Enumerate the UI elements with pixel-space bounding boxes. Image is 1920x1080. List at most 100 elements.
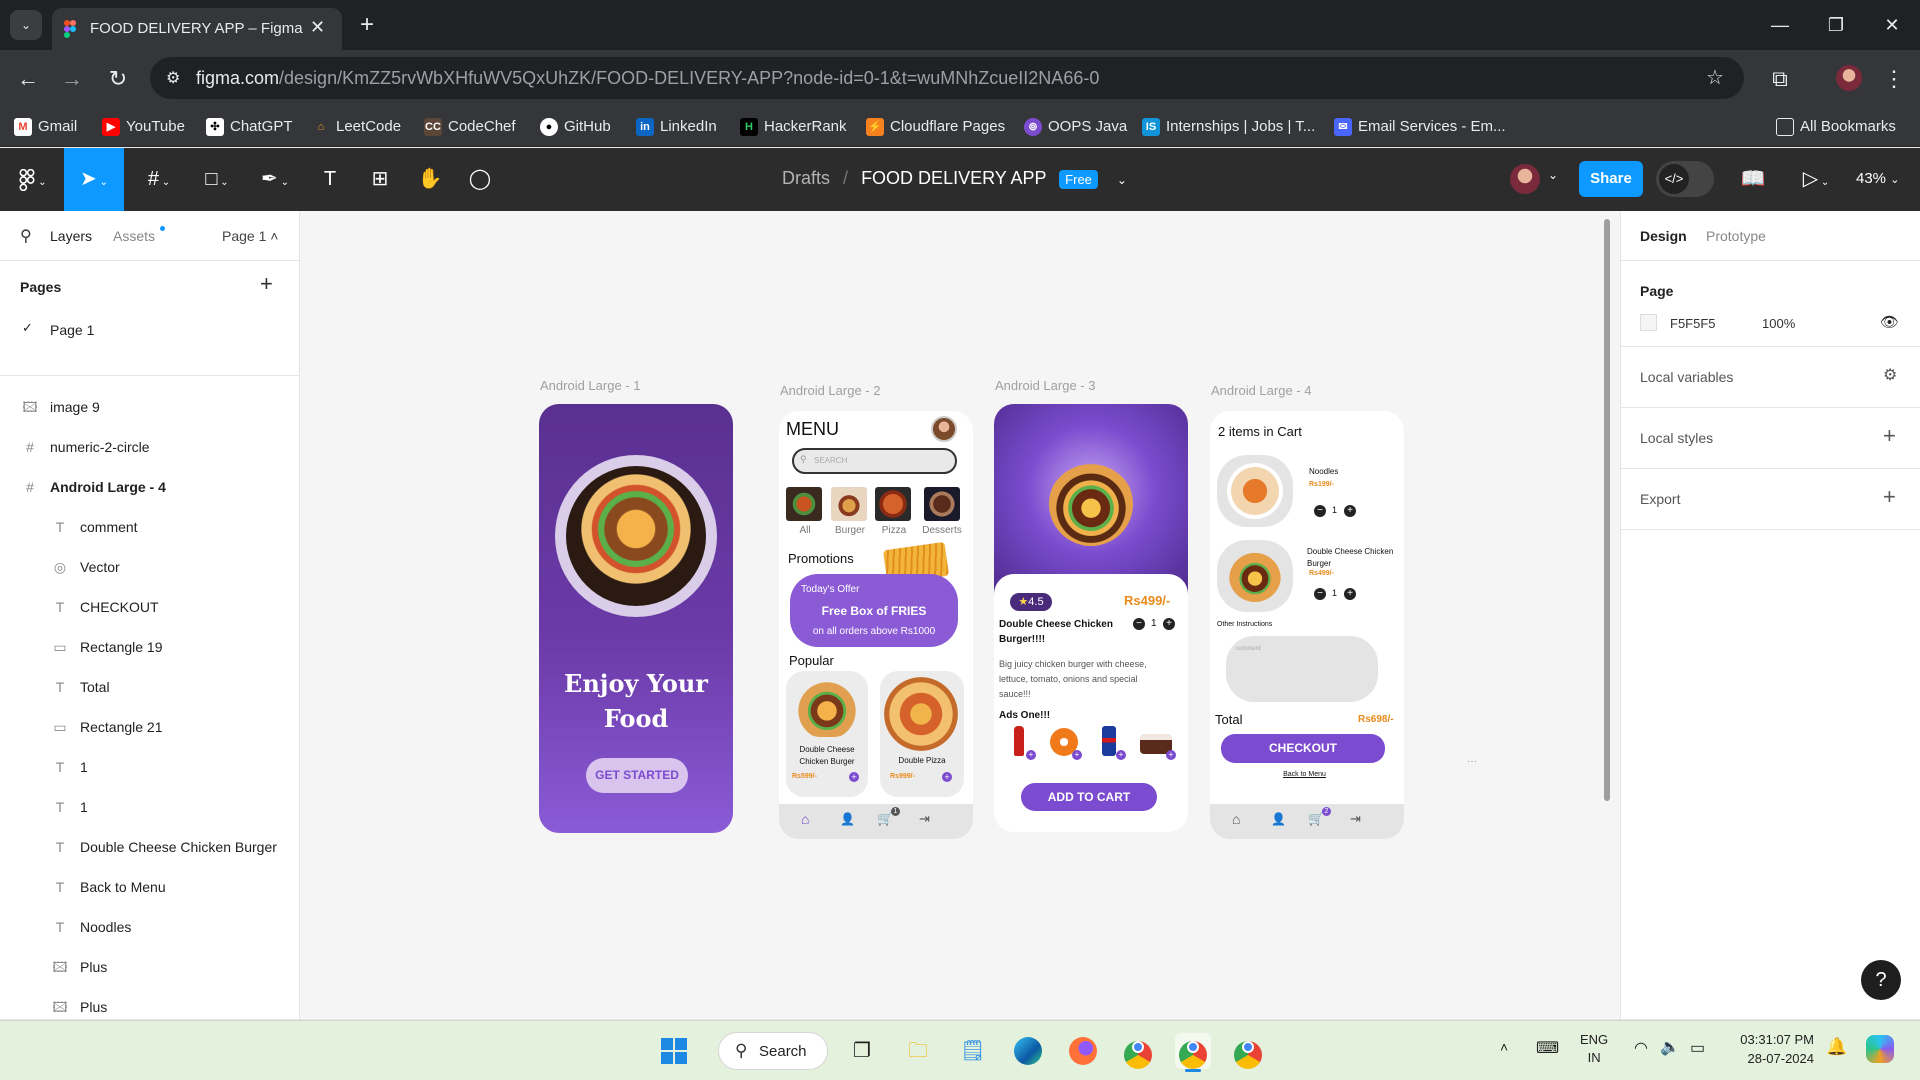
collaborator-avatar[interactable] xyxy=(1510,164,1540,194)
layer-row[interactable]: T1 xyxy=(0,747,299,787)
category-desserts[interactable]: Desserts xyxy=(921,487,963,536)
dev-mode-toggle[interactable]: </> xyxy=(1656,161,1714,197)
layer-row[interactable]: T CHECKOUT xyxy=(0,587,299,627)
qty-plus-icon[interactable]: + xyxy=(1344,588,1356,600)
library-icon[interactable]: 📖 xyxy=(1738,148,1768,211)
minimize-button[interactable]: — xyxy=(1752,0,1808,50)
search-icon[interactable]: ⚲ xyxy=(20,226,32,246)
comment-tool-button[interactable]: ◯ xyxy=(462,148,498,211)
address-bar[interactable]: ⚙ figma.com/design/KmZZ5rvWbXHfuWV5QxUhZ… xyxy=(150,57,1744,99)
show-hidden-icons-chevron[interactable]: ˄ xyxy=(1500,1039,1508,1055)
addon-ketchup[interactable]: + xyxy=(1004,726,1036,760)
qty-minus-icon[interactable]: − xyxy=(1314,505,1326,517)
addon-snack[interactable]: + xyxy=(1048,726,1082,760)
browser-tab[interactable]: FOOD DELIVERY APP – Figma ✕ xyxy=(52,8,342,50)
help-button[interactable]: ? xyxy=(1861,960,1901,1000)
layer-row[interactable]: T Total xyxy=(0,667,299,707)
page-color-swatch[interactable] xyxy=(1640,314,1657,331)
category-burger[interactable]: Burger xyxy=(831,487,869,536)
language-indicator[interactable]: ENG IN xyxy=(1580,1031,1608,1067)
keyboard-icon[interactable]: ⌨ xyxy=(1536,1038,1559,1058)
copilot-icon[interactable] xyxy=(1866,1035,1894,1063)
firefox-icon[interactable] xyxy=(1065,1033,1101,1069)
variables-settings-icon[interactable]: ⚙ xyxy=(1883,365,1897,385)
frame-label-1[interactable]: Android Large - 1 xyxy=(540,378,640,393)
profile-icon[interactable]: 👤 xyxy=(840,812,855,826)
layer-row[interactable]: # numeric-2-circle xyxy=(0,427,299,467)
local-styles-row[interactable]: Local styles + xyxy=(1621,408,1920,469)
home-icon[interactable]: ⌂ xyxy=(801,811,809,827)
frame-android-large-2[interactable]: MENU ⚲ SEARCH All Burger Pizza Desserts … xyxy=(779,411,973,839)
edge-icon[interactable] xyxy=(1010,1033,1046,1069)
text-tool-button[interactable]: T xyxy=(312,148,348,211)
frame-label-3[interactable]: Android Large - 3 xyxy=(995,378,1095,393)
export-row[interactable]: Export + xyxy=(1621,469,1920,530)
bookmark-cloudflare-pages[interactable]: ⚡ Cloudflare Pages xyxy=(866,107,1005,147)
share-button[interactable]: Share xyxy=(1579,161,1643,197)
get-started-button[interactable]: GET STARTED xyxy=(586,758,688,793)
tab-layers[interactable]: Layers xyxy=(50,228,92,244)
add-style-icon[interactable]: + xyxy=(1883,423,1896,449)
popular-card-burger[interactable]: Double Cheese Chicken Burger Rs599/- + xyxy=(786,671,868,797)
layer-row[interactable]: T Double Cheese Chicken Burger xyxy=(0,827,299,867)
breadcrumb-drafts[interactable]: Drafts xyxy=(782,168,830,188)
more-menu-icon[interactable]: ⋮ xyxy=(1876,50,1912,107)
file-explorer-icon[interactable]: 🗀 xyxy=(900,1033,936,1069)
bookmark-email-services[interactable]: ✉ Email Services - Em... xyxy=(1334,107,1506,147)
qty-plus-icon[interactable]: + xyxy=(1163,618,1175,630)
bookmark-chatgpt[interactable]: ✣ ChatGPT xyxy=(206,107,293,147)
new-tab-button[interactable]: + xyxy=(352,10,382,40)
bookmark-hackerrank[interactable]: H HackerRank xyxy=(740,107,847,147)
logout-icon[interactable]: ⇥ xyxy=(1350,811,1361,827)
frame-label-2[interactable]: Android Large - 2 xyxy=(780,383,880,398)
bookmark-linkedin[interactable]: in LinkedIn xyxy=(636,107,717,147)
chrome-icon[interactable] xyxy=(1120,1033,1156,1069)
add-item-icon[interactable]: + xyxy=(942,772,952,782)
present-button[interactable]: ▷ ⌄ xyxy=(1796,148,1836,211)
bookmark-gmail[interactable]: M Gmail xyxy=(14,107,77,147)
frame-tool-button[interactable]: # ⌄ xyxy=(134,148,184,211)
avatar-menu-chevron-icon[interactable]: ⌄ xyxy=(1548,168,1558,182)
taskbar-search-box[interactable]: ⚲ Search xyxy=(718,1032,828,1070)
shape-tool-button[interactable]: □ ⌄ xyxy=(192,148,242,211)
visibility-eye-icon[interactable]: 👁 xyxy=(1880,313,1899,331)
comment-input[interactable]: comment xyxy=(1226,636,1378,702)
menu-search-input[interactable]: ⚲ SEARCH xyxy=(792,448,957,474)
clock[interactable]: 03:31:07 PM 28-07-2024 xyxy=(1730,1030,1814,1068)
layer-row[interactable]: 🖾 Plus xyxy=(0,947,299,987)
bookmark-leetcode[interactable]: ⌂ LeetCode xyxy=(312,107,401,147)
checkout-button[interactable]: CHECKOUT xyxy=(1221,734,1385,763)
bookmark-oops-java[interactable]: ⊚ OOPS Java xyxy=(1024,107,1127,147)
page-color-opacity[interactable]: 100% xyxy=(1762,316,1795,331)
add-to-cart-button[interactable]: ADD TO CART xyxy=(1021,783,1157,811)
add-item-icon[interactable]: + xyxy=(849,772,859,782)
local-variables-row[interactable]: Local variables ⚙ xyxy=(1621,347,1920,408)
restore-button[interactable]: ❐ xyxy=(1808,0,1864,50)
frame-android-large-3[interactable]: ★4.5 Rs499/- Double Cheese Chicken Burge… xyxy=(994,404,1188,832)
profile-avatar-small[interactable] xyxy=(931,416,957,442)
layer-row[interactable]: # Android Large - 4 xyxy=(0,467,299,507)
cart-item-noodles[interactable]: Noodles Rs199/- − 1 + xyxy=(1210,455,1404,529)
chrome-profile-2-icon[interactable] xyxy=(1230,1033,1266,1069)
tab-assets[interactable]: Assets xyxy=(113,228,155,244)
layer-row[interactable]: T Noodles xyxy=(0,907,299,947)
notification-bell-icon[interactable]: 🔔 xyxy=(1826,1037,1847,1057)
layer-row[interactable]: Tcomment xyxy=(0,507,299,547)
tab-design[interactable]: Design xyxy=(1640,228,1687,244)
extensions-icon[interactable]: ⧉ xyxy=(1762,50,1798,107)
all-bookmarks[interactable]: All Bookmarks xyxy=(1776,107,1896,147)
canvas-vertical-scrollbar[interactable] xyxy=(1604,219,1610,801)
move-tool-button[interactable]: ➤ ⌄ xyxy=(64,148,124,211)
back-to-menu-link[interactable]: Back to Menu xyxy=(1210,771,1399,778)
layer-row[interactable]: 🖾 image 9 xyxy=(0,387,299,427)
design-canvas[interactable]: Android Large - 1 Enjoy Your Food GET ST… xyxy=(300,211,1620,1019)
notepad-icon[interactable]: 🗒 xyxy=(955,1033,991,1069)
frame-android-large-4[interactable]: 2 items in Cart Noodles Rs199/- − 1 + Do… xyxy=(1210,411,1404,839)
frame-label-4[interactable]: Android Large - 4 xyxy=(1211,383,1311,398)
battery-icon[interactable]: ▭ xyxy=(1690,1038,1705,1058)
layer-row[interactable]: T1 xyxy=(0,787,299,827)
task-view-icon[interactable]: ❐ xyxy=(844,1033,880,1069)
layer-row[interactable]: ▭ Rectangle 21 xyxy=(0,707,299,747)
file-name[interactable]: FOOD DELIVERY APP xyxy=(861,168,1046,188)
zoom-menu[interactable]: 43% ⌄ xyxy=(1856,170,1899,187)
